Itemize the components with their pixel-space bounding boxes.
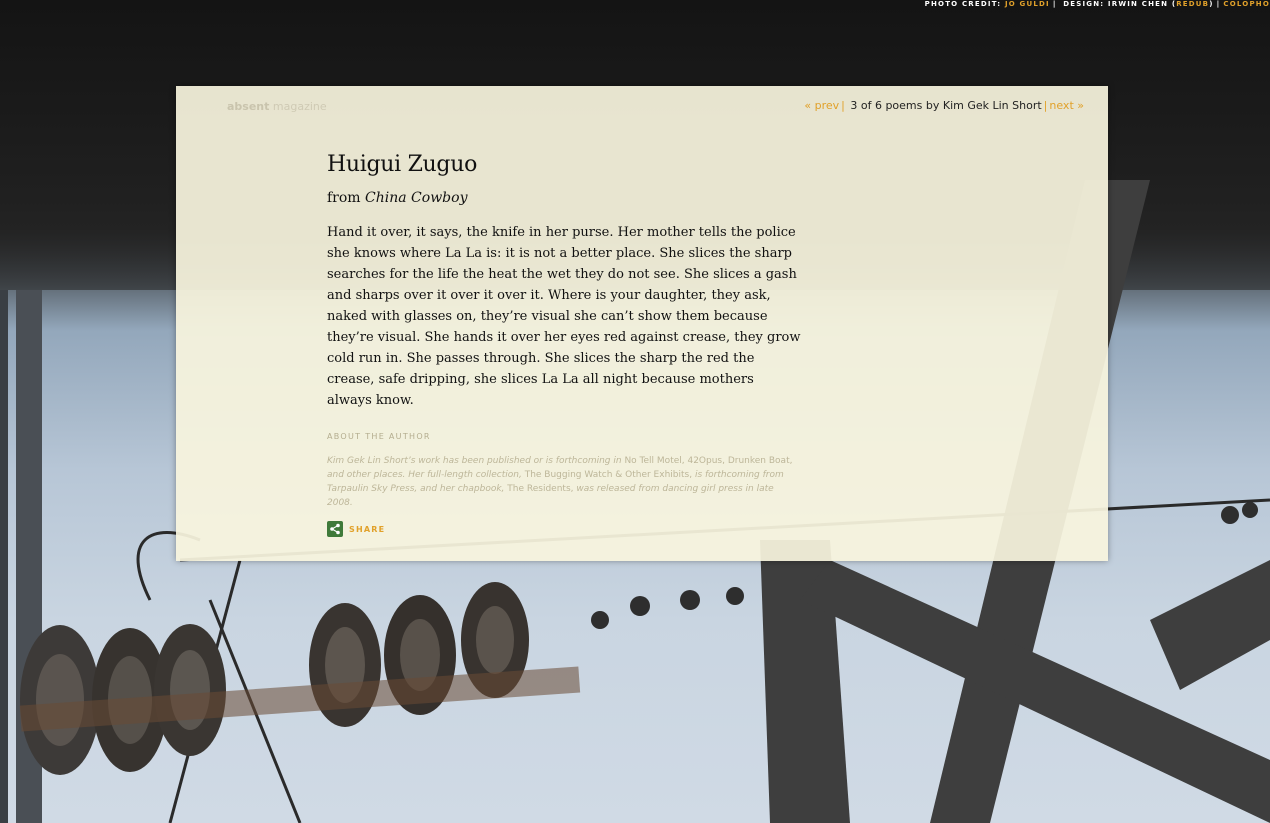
share-icon: [327, 521, 343, 537]
poem-source: from China Cowboy: [327, 190, 467, 206]
designer-link[interactable]: Redub: [1176, 0, 1209, 8]
share-label: SHARE: [349, 524, 386, 534]
poem-counter: 3 of 6 poems by Kim Gek Lin Short: [846, 99, 1042, 112]
poem-pagination: « prev | 3 of 6 poems by Kim Gek Lin Shor…: [804, 99, 1084, 112]
bio-book-title: The Bugging Watch & Other Exhibits,: [524, 470, 693, 480]
bio-chapbook-title: The Residents,: [507, 484, 574, 494]
collection-title: China Cowboy: [365, 190, 468, 206]
prev-link[interactable]: « prev: [804, 99, 839, 112]
credits-prefix: Photo credit:: [924, 0, 1005, 8]
poem-body: Hand it over, it says, the knife in her …: [327, 225, 801, 408]
next-link[interactable]: next »: [1049, 99, 1084, 112]
design-suffix: ): [1209, 0, 1214, 8]
bio-text: and other places. Her full-length collec…: [327, 470, 525, 480]
design-prefix: Design: Irwin Chen (: [1059, 0, 1177, 8]
poem-panel: absent magazine « prev | 3 of 6 poems by …: [176, 86, 1108, 561]
logo-bold-text: absent: [227, 100, 270, 113]
credits-separator: |: [1216, 0, 1221, 8]
colophon-link[interactable]: Colopho: [1223, 0, 1270, 8]
bio-text: Kim Gek Lin Short’s work has been publis…: [327, 456, 625, 466]
site-logo[interactable]: absent magazine: [227, 100, 327, 113]
about-author-heading: About the Author: [327, 432, 431, 441]
bio-venues: No Tell Motel, 42Opus, Drunken Boat,: [624, 456, 793, 466]
credits-separator: |: [1052, 0, 1057, 8]
author-bio: Kim Gek Lin Short’s work has been publis…: [327, 454, 802, 510]
nav-separator: |: [841, 99, 845, 112]
poem-title: Huigui Zuguo: [327, 152, 478, 177]
share-button[interactable]: SHARE: [327, 521, 385, 537]
source-label: from: [327, 190, 366, 206]
logo-light-text: magazine: [269, 100, 327, 113]
photo-credits-bar: Photo credit: Jo Guldi | Design: Irwin Ch…: [925, 0, 1270, 10]
photographer-link[interactable]: Jo Guldi: [1005, 0, 1050, 8]
